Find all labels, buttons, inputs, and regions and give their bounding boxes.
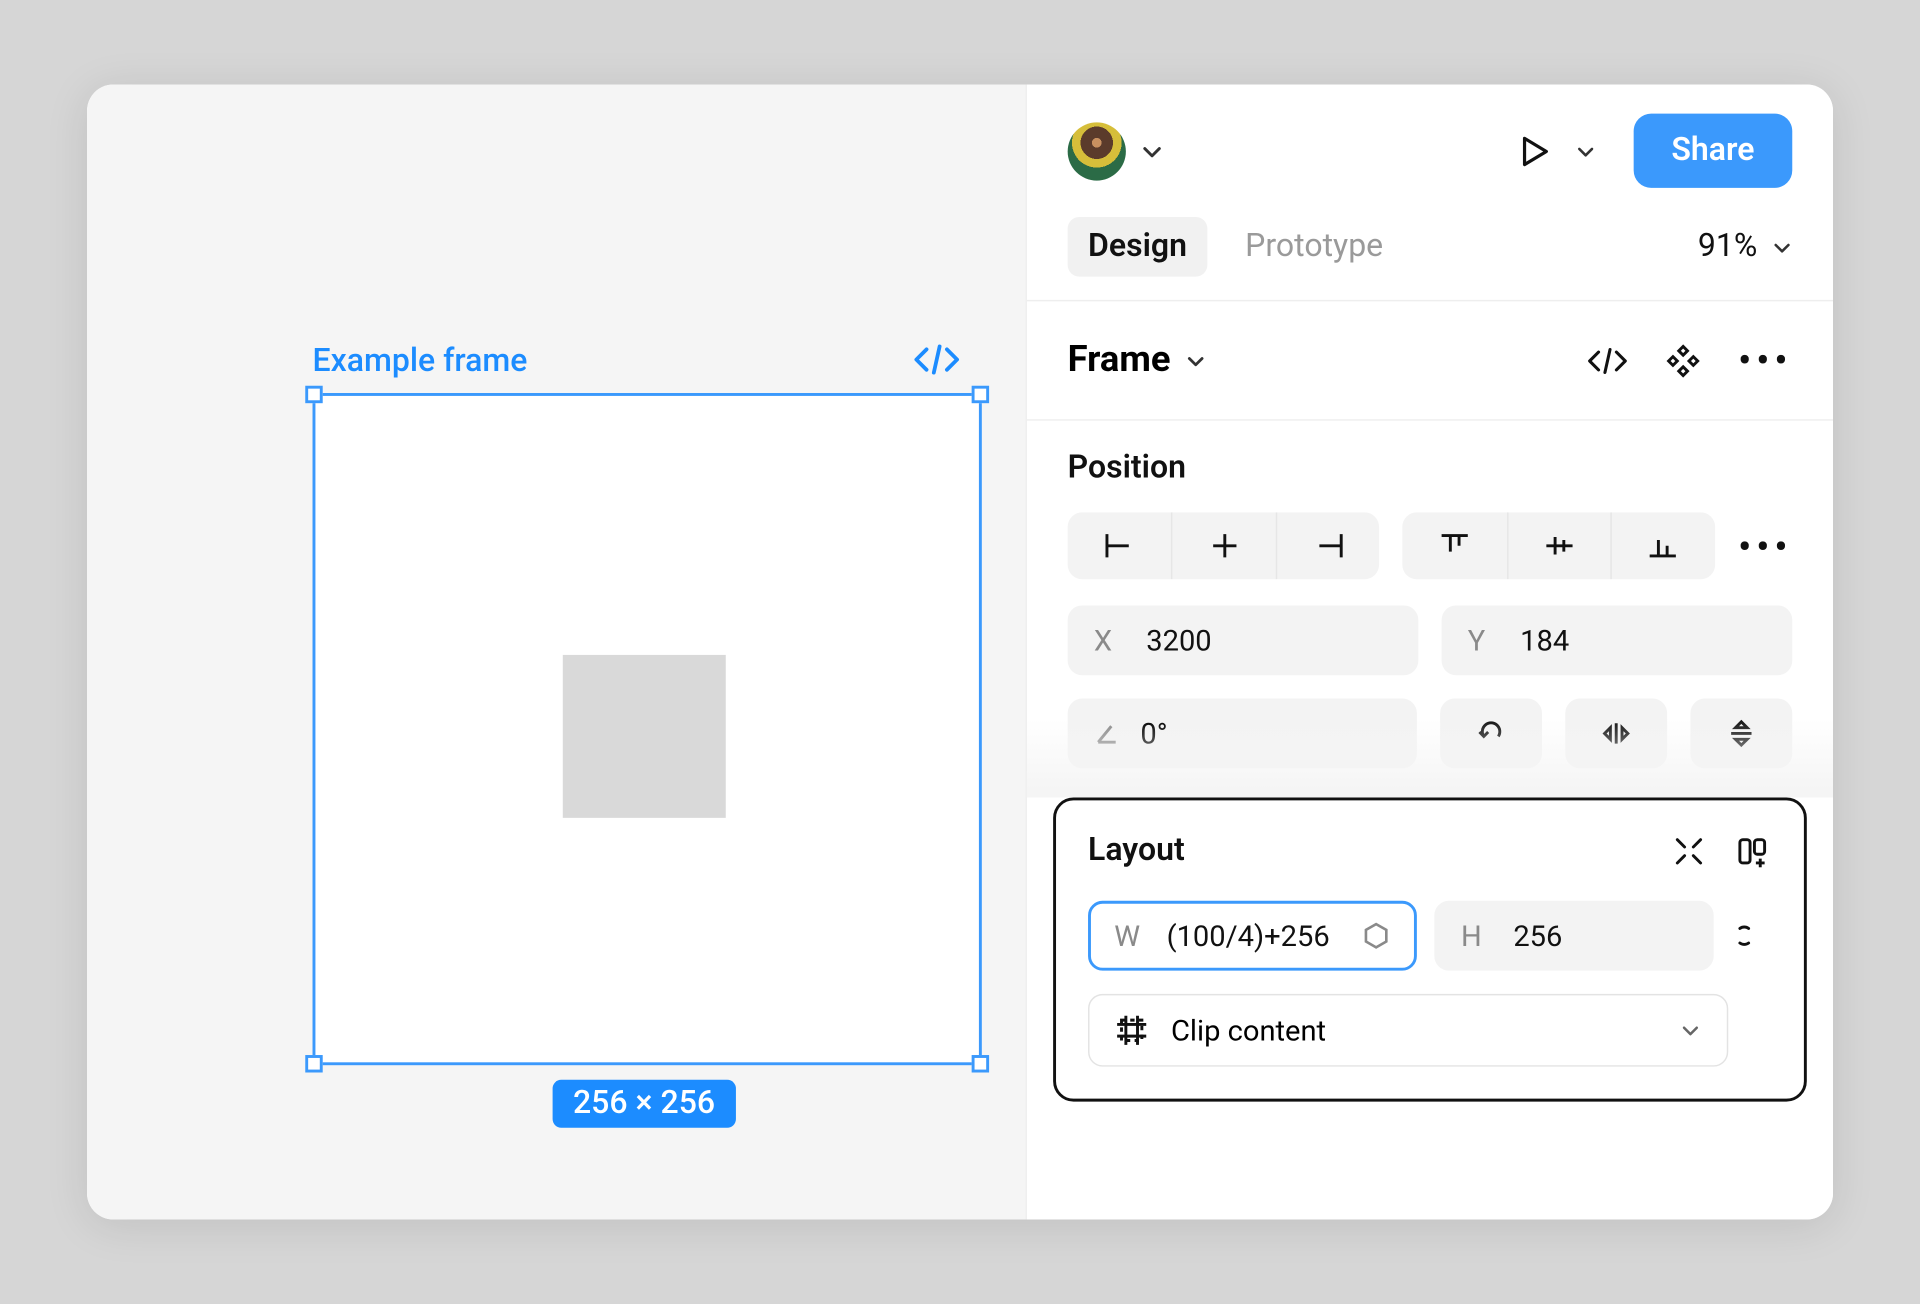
component-icon[interactable] xyxy=(1665,343,1700,378)
collapse-icon[interactable] xyxy=(1673,835,1705,867)
height-input[interactable] xyxy=(1513,918,1687,953)
app-window: Example frame 256 × 256 Share xyxy=(87,85,1833,1220)
resize-handle-tr[interactable] xyxy=(972,386,989,403)
align-hcenter-button[interactable] xyxy=(1172,512,1276,579)
flip-vertical-button[interactable] xyxy=(1690,699,1792,769)
rotation-value: 0° xyxy=(1140,716,1167,751)
h-label: H xyxy=(1461,918,1493,953)
zoom-value: 91% xyxy=(1698,229,1757,265)
more-options-icon[interactable]: ••• xyxy=(1738,336,1792,384)
height-field[interactable]: H xyxy=(1435,901,1714,971)
selected-frame[interactable] xyxy=(313,393,982,1065)
align-more-icon[interactable]: ••• xyxy=(1738,522,1792,570)
present-chevron-icon[interactable] xyxy=(1575,141,1595,161)
width-field[interactable]: W xyxy=(1088,901,1417,971)
align-top-button[interactable] xyxy=(1403,512,1507,579)
frame-label[interactable]: Example frame xyxy=(313,344,528,380)
y-field[interactable]: Y xyxy=(1442,605,1793,675)
panel-tabs: Design Prototype 91% xyxy=(1027,205,1833,301)
present-button[interactable] xyxy=(1514,130,1595,171)
align-right-button[interactable] xyxy=(1276,512,1380,579)
w-label: W xyxy=(1114,918,1146,953)
inner-rectangle[interactable] xyxy=(563,655,726,818)
width-input[interactable] xyxy=(1167,918,1342,953)
horizontal-align-group xyxy=(1068,512,1380,579)
zoom-dropdown[interactable]: 91% xyxy=(1698,229,1792,265)
auto-layout-add-icon[interactable] xyxy=(1737,835,1772,867)
chevron-down-icon xyxy=(1772,237,1792,257)
topbar: Share xyxy=(1027,85,1833,206)
align-vcenter-button[interactable] xyxy=(1507,512,1611,579)
vertical-align-group xyxy=(1403,512,1715,579)
properties-panel: Share Design Prototype 91% Frame ••• xyxy=(1025,85,1833,1220)
x-label: X xyxy=(1094,623,1126,658)
avatar-chevron-icon[interactable] xyxy=(1140,139,1163,162)
dimensions-badge: 256 × 256 xyxy=(553,1080,736,1128)
canvas[interactable]: Example frame 256 × 256 xyxy=(87,85,1081,1220)
resize-handle-br[interactable] xyxy=(972,1055,989,1072)
frame-type-label[interactable]: Frame xyxy=(1068,339,1171,381)
frame-type-header: Frame ••• xyxy=(1027,301,1833,420)
resize-handle-bl[interactable] xyxy=(305,1055,322,1072)
tab-prototype[interactable]: Prototype xyxy=(1225,217,1404,277)
align-left-button[interactable] xyxy=(1068,512,1172,579)
frame-type-chevron-icon[interactable] xyxy=(1185,350,1205,370)
frame-dev-mode-icon[interactable] xyxy=(913,344,960,376)
clip-content-icon xyxy=(1116,1014,1148,1046)
position-section: Position ••• X xyxy=(1027,421,1833,798)
share-button[interactable]: Share xyxy=(1634,114,1793,188)
position-title: Position xyxy=(1068,450,1793,486)
chevron-down-icon xyxy=(1680,1020,1700,1040)
x-field[interactable]: X xyxy=(1068,605,1419,675)
rotate-90-button[interactable] xyxy=(1440,699,1542,769)
y-label: Y xyxy=(1468,623,1500,658)
flip-horizontal-button[interactable] xyxy=(1565,699,1667,769)
tab-design[interactable]: Design xyxy=(1068,217,1208,277)
clip-content-label: Clip content xyxy=(1171,1013,1326,1048)
variable-icon[interactable] xyxy=(1362,921,1391,950)
dev-mode-icon[interactable] xyxy=(1587,346,1628,375)
clip-content-dropdown[interactable]: Clip content xyxy=(1088,994,1728,1067)
constrain-proportions-button[interactable] xyxy=(1731,915,1772,956)
y-input[interactable] xyxy=(1520,623,1766,658)
angle-icon xyxy=(1094,720,1120,746)
layout-section: Layout W xyxy=(1027,798,1833,1102)
resize-handle-tl[interactable] xyxy=(305,386,322,403)
align-bottom-button[interactable] xyxy=(1611,512,1715,579)
rotation-field[interactable]: 0° xyxy=(1068,699,1417,769)
layout-title: Layout xyxy=(1088,832,1185,868)
avatar[interactable] xyxy=(1068,122,1126,180)
x-input[interactable] xyxy=(1146,623,1392,658)
